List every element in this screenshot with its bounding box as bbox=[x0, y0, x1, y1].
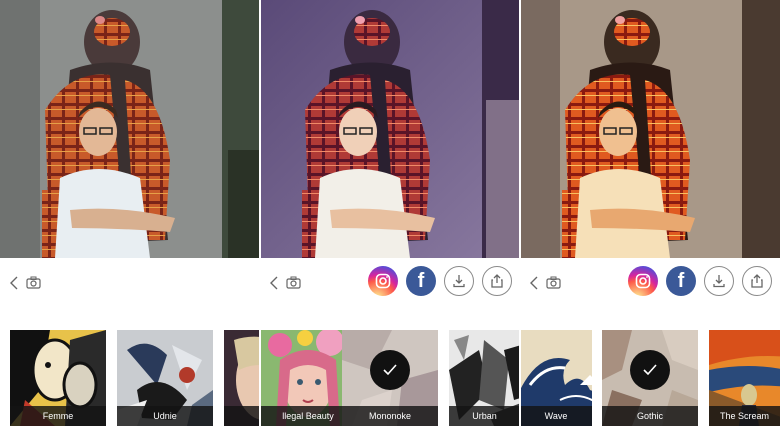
style-tile-the-scream[interactable]: The Scream bbox=[709, 330, 780, 426]
style-label: Gothic bbox=[602, 406, 698, 426]
style-strip: llegal Beauty Mononoke Urban bbox=[260, 330, 520, 426]
style-label: The Scream bbox=[709, 406, 780, 426]
style-strip: Femme Udnie bbox=[0, 330, 260, 426]
camera-icon[interactable] bbox=[546, 276, 561, 290]
style-strip: Wave Gothic The Scream bbox=[520, 330, 780, 426]
facebook-button[interactable]: f bbox=[666, 266, 696, 296]
checkmark-icon bbox=[383, 364, 397, 376]
photo-original-image bbox=[0, 0, 260, 258]
photo-gothic-image bbox=[520, 0, 780, 258]
facebook-icon: f bbox=[677, 269, 685, 292]
facebook-button[interactable]: f bbox=[406, 266, 436, 296]
style-tile-udnie[interactable]: Udnie bbox=[117, 330, 213, 426]
download-button[interactable] bbox=[704, 266, 734, 296]
style-label: Wave bbox=[520, 406, 592, 426]
style-tile-urban[interactable]: Urban bbox=[449, 330, 520, 426]
selected-check bbox=[630, 350, 670, 390]
style-tile-gothic[interactable]: Gothic bbox=[602, 330, 698, 426]
style-tile-femme[interactable]: Femme bbox=[10, 330, 106, 426]
style-tile-wave[interactable]: Wave bbox=[520, 330, 592, 426]
style-label: Mononoke bbox=[342, 406, 438, 426]
download-button[interactable] bbox=[444, 266, 474, 296]
share-button[interactable] bbox=[742, 266, 772, 296]
instagram-button[interactable] bbox=[368, 266, 398, 296]
style-label: Femme bbox=[10, 406, 106, 426]
checkmark-icon bbox=[643, 364, 657, 376]
selected-check bbox=[370, 350, 410, 390]
panel-mononoke: f llegal Beauty Mononoke Urban bbox=[260, 0, 520, 434]
chevron-left-icon[interactable] bbox=[9, 276, 19, 290]
panel-original: Femme Udnie bbox=[0, 0, 260, 434]
photo-original bbox=[0, 0, 260, 258]
style-tile-partial[interactable] bbox=[224, 330, 260, 426]
chevron-left-icon[interactable] bbox=[269, 276, 279, 290]
panel-divider bbox=[519, 0, 521, 434]
photo-gothic bbox=[520, 0, 780, 258]
style-label: Urban bbox=[449, 406, 520, 426]
instagram-icon bbox=[635, 273, 651, 289]
share-button[interactable] bbox=[482, 266, 512, 296]
share-icon bbox=[751, 274, 763, 288]
style-tile-mononoke[interactable]: Mononoke bbox=[342, 330, 438, 426]
photo-mononoke-image bbox=[260, 0, 520, 258]
chevron-left-icon[interactable] bbox=[529, 276, 539, 290]
download-icon bbox=[713, 275, 725, 288]
style-label: Udnie bbox=[117, 406, 213, 426]
share-buttons: f bbox=[368, 266, 512, 296]
instagram-icon bbox=[375, 273, 391, 289]
share-buttons: f bbox=[628, 266, 772, 296]
photo-mononoke bbox=[260, 0, 520, 258]
instagram-button[interactable] bbox=[628, 266, 658, 296]
camera-icon[interactable] bbox=[286, 276, 301, 290]
style-label bbox=[224, 406, 260, 426]
panel-divider bbox=[259, 0, 261, 434]
share-icon bbox=[491, 274, 503, 288]
facebook-icon: f bbox=[417, 269, 425, 292]
camera-icon[interactable] bbox=[26, 276, 41, 290]
panel-gothic: f Wave Gothic The Scream bbox=[520, 0, 780, 434]
download-icon bbox=[453, 275, 465, 288]
